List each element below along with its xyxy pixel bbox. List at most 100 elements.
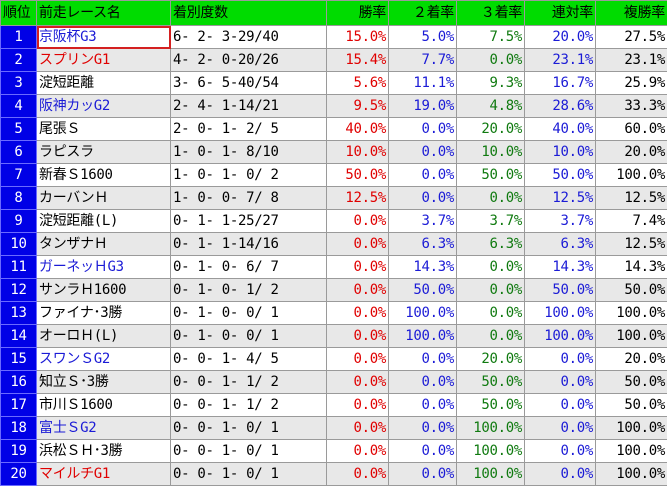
- second-rate-cell[interactable]: 14.3%: [388, 255, 457, 279]
- show-rate-cell[interactable]: 25.9%: [595, 71, 667, 95]
- quinella-rate-cell[interactable]: 28.6%: [524, 94, 596, 118]
- header-record[interactable]: 着別度数: [170, 0, 327, 26]
- win-rate-cell[interactable]: 0.0%: [326, 301, 389, 325]
- second-rate-cell[interactable]: 0.0%: [388, 439, 457, 463]
- third-rate-cell[interactable]: 0.0%: [456, 278, 525, 302]
- quinella-rate-cell[interactable]: 6.3%: [524, 232, 596, 256]
- second-rate-cell[interactable]: 0.0%: [388, 117, 457, 141]
- third-rate-cell[interactable]: 10.0%: [456, 140, 525, 164]
- win-rate-cell[interactable]: 0.0%: [326, 462, 389, 486]
- win-rate-cell[interactable]: 0.0%: [326, 255, 389, 279]
- win-rate-cell[interactable]: 0.0%: [326, 370, 389, 394]
- quinella-rate-cell[interactable]: 0.0%: [524, 370, 596, 394]
- table-row[interactable]: 17 市川Ｓ1600 0- 0- 1- 1/ 2 0.0% 0.0% 50.0% 0.0% 5…: [0, 393, 667, 417]
- table-row[interactable]: 5 尾張Ｓ 2- 0- 1- 2/ 5 40.0% 0.0% 20.0% 40.0% 60.0…: [0, 117, 667, 141]
- win-rate-cell[interactable]: 15.4%: [326, 48, 389, 72]
- header-show[interactable]: 複勝率: [595, 0, 667, 26]
- race-name-cell[interactable]: オーロＨ(L): [36, 324, 171, 348]
- race-name-cell[interactable]: 富士ＳG2: [36, 416, 171, 440]
- race-name-cell[interactable]: 阪神カッG2: [36, 94, 171, 118]
- third-rate-cell[interactable]: 50.0%: [456, 393, 525, 417]
- show-rate-cell[interactable]: 14.3%: [595, 255, 667, 279]
- record-cell[interactable]: 0- 0- 1- 4/ 5: [170, 347, 327, 371]
- record-cell[interactable]: 4- 2- 0-20/26: [170, 48, 327, 72]
- show-rate-cell[interactable]: 100.0%: [595, 462, 667, 486]
- show-rate-cell[interactable]: 100.0%: [595, 439, 667, 463]
- race-name-cell[interactable]: カーバンＨ: [36, 186, 171, 210]
- third-rate-cell[interactable]: 0.0%: [456, 255, 525, 279]
- quinella-rate-cell[interactable]: 20.0%: [524, 25, 596, 49]
- record-cell[interactable]: 6- 2- 3-29/40: [170, 25, 327, 49]
- race-name-cell[interactable]: スワンＳG2: [36, 347, 171, 371]
- second-rate-cell[interactable]: 0.0%: [388, 393, 457, 417]
- quinella-rate-cell[interactable]: 0.0%: [524, 347, 596, 371]
- race-name-cell[interactable]: ガーネッＨG3: [36, 255, 171, 279]
- show-rate-cell[interactable]: 50.0%: [595, 393, 667, 417]
- quinella-rate-cell[interactable]: 40.0%: [524, 117, 596, 141]
- race-name-cell[interactable]: 淀短距離(L): [36, 209, 171, 233]
- record-cell[interactable]: 0- 0- 1- 1/ 2: [170, 393, 327, 417]
- quinella-rate-cell[interactable]: 3.7%: [524, 209, 596, 233]
- second-rate-cell[interactable]: 0.0%: [388, 370, 457, 394]
- show-rate-cell[interactable]: 50.0%: [595, 278, 667, 302]
- race-name-cell[interactable]: 知立Ｓ･3勝: [36, 370, 171, 394]
- show-rate-cell[interactable]: 20.0%: [595, 347, 667, 371]
- show-rate-cell[interactable]: 60.0%: [595, 117, 667, 141]
- win-rate-cell[interactable]: 40.0%: [326, 117, 389, 141]
- quinella-rate-cell[interactable]: 10.0%: [524, 140, 596, 164]
- second-rate-cell[interactable]: 0.0%: [388, 416, 457, 440]
- header-rank[interactable]: 順位: [0, 0, 37, 26]
- second-rate-cell[interactable]: 7.7%: [388, 48, 457, 72]
- win-rate-cell[interactable]: 9.5%: [326, 94, 389, 118]
- win-rate-cell[interactable]: 0.0%: [326, 209, 389, 233]
- quinella-rate-cell[interactable]: 0.0%: [524, 462, 596, 486]
- record-cell[interactable]: 0- 1- 1-25/27: [170, 209, 327, 233]
- table-row[interactable]: 10 タンザナＨ 0- 1- 1-14/16 0.0% 6.3% 6.3% 6.3% 12.5…: [0, 232, 667, 256]
- table-row[interactable]: 7 新春Ｓ1600 1- 0- 1- 0/ 2 50.0% 0.0% 50.0% 50.0%…: [0, 163, 667, 187]
- second-rate-cell[interactable]: 3.7%: [388, 209, 457, 233]
- win-rate-cell[interactable]: 0.0%: [326, 278, 389, 302]
- win-rate-cell[interactable]: 0.0%: [326, 232, 389, 256]
- quinella-rate-cell[interactable]: 23.1%: [524, 48, 596, 72]
- quinella-rate-cell[interactable]: 50.0%: [524, 163, 596, 187]
- record-cell[interactable]: 2- 4- 1-14/21: [170, 94, 327, 118]
- table-row[interactable]: 16 知立Ｓ･3勝 0- 0- 1- 1/ 2 0.0% 0.0% 50.0% 0.0% 50…: [0, 370, 667, 394]
- race-name-cell[interactable]: ファイナ･3勝: [36, 301, 171, 325]
- record-cell[interactable]: 3- 6- 5-40/54: [170, 71, 327, 95]
- third-rate-cell[interactable]: 0.0%: [456, 324, 525, 348]
- race-name-cell[interactable]: サンラＨ1600: [36, 278, 171, 302]
- show-rate-cell[interactable]: 12.5%: [595, 186, 667, 210]
- second-rate-cell[interactable]: 100.0%: [388, 324, 457, 348]
- race-name-cell[interactable]: タンザナＨ: [36, 232, 171, 256]
- second-rate-cell[interactable]: 100.0%: [388, 301, 457, 325]
- third-rate-cell[interactable]: 4.8%: [456, 94, 525, 118]
- win-rate-cell[interactable]: 0.0%: [326, 347, 389, 371]
- win-rate-cell[interactable]: 10.0%: [326, 140, 389, 164]
- record-cell[interactable]: 0- 0- 1- 0/ 1: [170, 416, 327, 440]
- quinella-rate-cell[interactable]: 16.7%: [524, 71, 596, 95]
- header-second[interactable]: ２着率: [388, 0, 457, 26]
- table-row[interactable]: 20 マイルチG1 0- 0- 1- 0/ 1 0.0% 0.0% 100.0% 0.0% 1…: [0, 462, 667, 486]
- table-row[interactable]: 14 オーロＨ(L) 0- 1- 0- 0/ 1 0.0% 100.0% 0.0% 100.…: [0, 324, 667, 348]
- quinella-rate-cell[interactable]: 0.0%: [524, 393, 596, 417]
- table-row[interactable]: 2 スプリンG1 4- 2- 0-20/26 15.4% 7.7% 0.0% 23.1% 23…: [0, 48, 667, 72]
- second-rate-cell[interactable]: 5.0%: [388, 25, 457, 49]
- third-rate-cell[interactable]: 100.0%: [456, 416, 525, 440]
- record-cell[interactable]: 0- 0- 1- 0/ 1: [170, 462, 327, 486]
- win-rate-cell[interactable]: 50.0%: [326, 163, 389, 187]
- show-rate-cell[interactable]: 100.0%: [595, 301, 667, 325]
- record-cell[interactable]: 0- 1- 0- 0/ 1: [170, 301, 327, 325]
- table-row[interactable]: 15 スワンＳG2 0- 0- 1- 4/ 5 0.0% 0.0% 20.0% 0.0% 20…: [0, 347, 667, 371]
- record-cell[interactable]: 0- 1- 0- 0/ 1: [170, 324, 327, 348]
- second-rate-cell[interactable]: 0.0%: [388, 140, 457, 164]
- table-row[interactable]: 6 ラピスラ 1- 0- 1- 8/10 10.0% 0.0% 10.0% 10.0% 20.…: [0, 140, 667, 164]
- quinella-rate-cell[interactable]: 0.0%: [524, 439, 596, 463]
- header-race[interactable]: 前走レース名: [36, 0, 171, 26]
- show-rate-cell[interactable]: 100.0%: [595, 163, 667, 187]
- win-rate-cell[interactable]: 0.0%: [326, 393, 389, 417]
- show-rate-cell[interactable]: 23.1%: [595, 48, 667, 72]
- table-row[interactable]: 4 阪神カッG2 2- 4- 1-14/21 9.5% 19.0% 4.8% 28.6% 33…: [0, 94, 667, 118]
- third-rate-cell[interactable]: 20.0%: [456, 347, 525, 371]
- third-rate-cell[interactable]: 0.0%: [456, 48, 525, 72]
- win-rate-cell[interactable]: 0.0%: [326, 416, 389, 440]
